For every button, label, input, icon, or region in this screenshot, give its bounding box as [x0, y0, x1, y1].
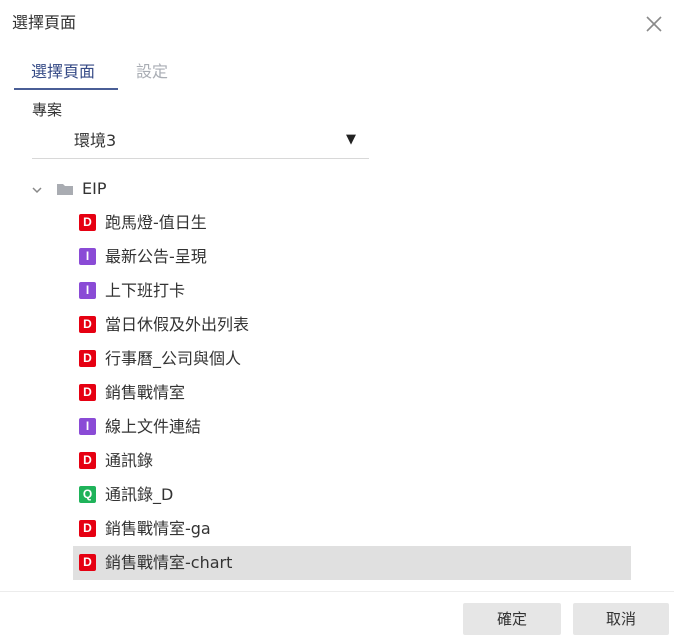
chevron-down-icon[interactable]: [30, 182, 44, 196]
page-type-badge: I: [79, 418, 96, 435]
page-type-badge: D: [79, 350, 96, 367]
active-tab-indicator: [14, 88, 118, 90]
tree-item[interactable]: I 線上文件連結: [73, 410, 631, 444]
tree-item[interactable]: D 通訊錄: [73, 444, 631, 478]
tree-item[interactable]: D 行事曆_公司與個人: [73, 342, 631, 376]
tree-item-label: 最新公告-呈現: [105, 247, 207, 266]
tree-item[interactable]: I 上下班打卡: [73, 274, 631, 308]
page-type-badge: I: [79, 248, 96, 265]
page-type-badge: D: [79, 452, 96, 469]
project-select[interactable]: 環境3 ▼: [32, 124, 369, 159]
folder-icon: [56, 181, 74, 197]
tree-item-label: 線上文件連結: [105, 417, 202, 436]
confirm-button[interactable]: 確定: [463, 603, 561, 635]
select-page-dialog: 選擇頁面 選擇頁面 設定 專案 環境3 ▼ EIP D 跑馬燈-值日生 I 最新公告-…: [0, 0, 674, 643]
tab-settings[interactable]: 設定: [136, 60, 168, 84]
page-type-badge: Q: [79, 486, 96, 503]
tab-bar: 選擇頁面 設定: [14, 56, 674, 92]
tree-item-label: 銷售戰情室-chart: [105, 553, 233, 572]
page-tree-list: D 跑馬燈-值日生 I 最新公告-呈現 I 上下班打卡 D 當日休假及外出列表 D 行事曆_公司與…: [73, 206, 631, 580]
tree-item[interactable]: D 銷售戰情室: [73, 376, 631, 410]
tree-item[interactable]: I 最新公告-呈現: [73, 240, 631, 274]
tab-select-page[interactable]: 選擇頁面: [31, 60, 95, 84]
tree-node-label: EIP: [82, 179, 107, 198]
tree-item[interactable]: D 銷售戰情室-chart: [73, 546, 631, 580]
project-select-value: 環境3: [74, 131, 117, 150]
tree-item-label: 行事曆_公司與個人: [105, 349, 242, 368]
tree-item[interactable]: Q 通訊錄_D: [73, 478, 631, 512]
tree-item-label: 銷售戰情室: [105, 383, 186, 402]
tree-item-label: 通訊錄_D: [105, 485, 174, 504]
tree-item-label: 上下班打卡: [105, 281, 186, 300]
tree-item[interactable]: D 當日休假及外出列表: [73, 308, 631, 342]
project-label: 專案: [32, 101, 63, 119]
cancel-button[interactable]: 取消: [573, 603, 669, 635]
footer-divider: [0, 591, 674, 592]
tree-item-label: 銷售戰情室-ga: [105, 519, 211, 538]
dropdown-caret-icon: ▼: [346, 132, 356, 147]
tree-item[interactable]: D 銷售戰情室-ga: [73, 512, 631, 546]
tree-item-label: 通訊錄: [105, 451, 154, 470]
page-type-badge: D: [79, 520, 96, 537]
page-type-badge: D: [79, 554, 96, 571]
close-icon[interactable]: [644, 14, 664, 34]
tree-item[interactable]: D 跑馬燈-值日生: [73, 206, 631, 240]
dialog-title: 選擇頁面: [12, 13, 77, 32]
tree-node-eip[interactable]: EIP: [30, 176, 330, 202]
page-type-badge: D: [79, 214, 96, 231]
page-type-badge: I: [79, 282, 96, 299]
tree-item-label: 跑馬燈-值日生: [105, 213, 207, 232]
page-type-badge: D: [79, 384, 96, 401]
tree-item-label: 當日休假及外出列表: [105, 315, 250, 334]
page-type-badge: D: [79, 316, 96, 333]
